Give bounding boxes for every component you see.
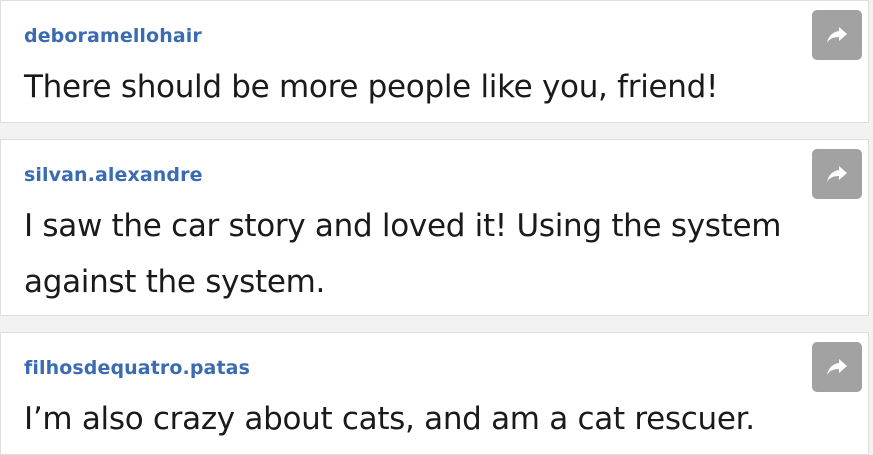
comment-text: I saw the car story and loved it! Using … xyxy=(24,208,782,300)
comment-text: There should be more people like you, fr… xyxy=(24,69,719,105)
share-button[interactable] xyxy=(812,10,862,60)
comment-username[interactable]: filhosdequatro.patas xyxy=(24,357,250,379)
comment-text: I’m also crazy about cats, and am a cat … xyxy=(24,401,755,437)
comment-card: silvan.alexandre I saw the car story and… xyxy=(0,139,869,316)
share-button[interactable] xyxy=(812,149,862,199)
share-button[interactable] xyxy=(812,342,862,392)
share-arrow-icon xyxy=(827,359,847,375)
comment-username[interactable]: silvan.alexandre xyxy=(24,164,203,186)
comment-username[interactable]: deboramellohair xyxy=(24,25,202,47)
comment-card: deboramellohair There should be more peo… xyxy=(0,0,869,123)
comment-card: filhosdequatro.patas I’m also crazy abou… xyxy=(0,332,869,455)
share-arrow-icon xyxy=(827,166,847,182)
share-arrow-icon xyxy=(827,27,847,43)
